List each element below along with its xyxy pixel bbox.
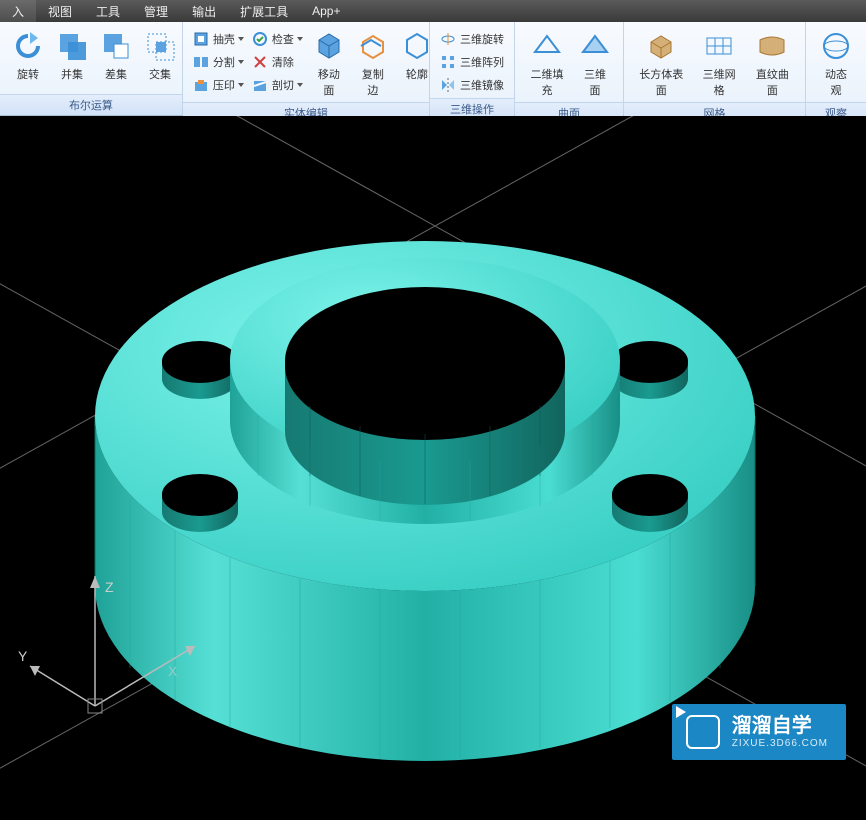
ribbon-toolbar: 旋转 并集 差集 交集 布尔运算 抽壳 分割 压印 <box>0 22 866 116</box>
svg-text:X: X <box>168 663 178 679</box>
flange-model <box>95 241 755 761</box>
menu-bar: 入 视图 工具 管理 输出 扩展工具 App+ <box>0 0 866 22</box>
surf3d-button[interactable]: 三维面 <box>573 28 617 100</box>
ruled-button[interactable]: 直纹曲面 <box>746 28 799 100</box>
boxsurf-icon <box>645 30 677 62</box>
intersect-icon <box>144 30 176 62</box>
split-button[interactable]: 分割 <box>189 51 248 73</box>
imprint-icon <box>193 77 209 93</box>
slice-icon <box>252 77 268 93</box>
mirror3d-icon <box>440 77 456 93</box>
chevron-down-icon <box>297 83 303 87</box>
revolve3d-button[interactable]: 三维旋转 <box>436 28 508 50</box>
watermark-badge: 溜溜自学 ZIXUE.3D66.COM <box>672 704 846 760</box>
cleanup-icon <box>252 54 268 70</box>
chevron-down-icon <box>238 37 244 41</box>
moveface-button[interactable]: 移动面 <box>307 28 351 100</box>
mesh3d-button[interactable]: 三维网格 <box>693 28 746 100</box>
dynview-icon <box>820 30 852 62</box>
ribbon-group-boolean: 旋转 并集 差集 交集 布尔运算 <box>0 22 183 115</box>
menu-item[interactable]: 入 <box>0 0 36 23</box>
ribbon-group-surface: 二维填充 三维面 曲面 <box>515 22 624 115</box>
ruled-icon <box>756 30 788 62</box>
copyedge-icon <box>357 30 389 62</box>
menu-item[interactable]: App+ <box>300 1 352 21</box>
subtract-button[interactable]: 差集 <box>94 28 138 84</box>
menu-item[interactable]: 管理 <box>132 0 180 23</box>
imprint-button[interactable]: 压印 <box>189 74 248 96</box>
silhouette-icon <box>401 30 433 62</box>
mirror3d-button[interactable]: 三维镜像 <box>436 74 508 96</box>
chevron-down-icon <box>297 37 303 41</box>
union-icon <box>56 30 88 62</box>
revolve3d-icon <box>440 31 456 47</box>
ribbon-group-mesh: 长方体表面 三维网格 直纹曲面 网格 <box>624 22 806 115</box>
menu-item[interactable]: 视图 <box>36 0 84 23</box>
svg-text:Y: Y <box>18 648 28 664</box>
menu-item[interactable]: 工具 <box>84 0 132 23</box>
union-button[interactable]: 并集 <box>50 28 94 84</box>
ribbon-group-solidedit: 抽壳 分割 压印 检查 清除 剖切 移动面 复制边 轮廓 实体编辑 <box>183 22 430 115</box>
moveface-icon <box>313 30 345 62</box>
rotate-button[interactable]: 旋转 <box>6 28 50 84</box>
split-icon <box>193 54 209 70</box>
shell-button[interactable]: 抽壳 <box>189 28 248 50</box>
check-button[interactable]: 检查 <box>248 28 307 50</box>
svg-text:Z: Z <box>105 579 114 595</box>
ribbon-group-view: 动态观 观察 <box>806 22 866 115</box>
check-icon <box>252 31 268 47</box>
array3d-button[interactable]: 三维阵列 <box>436 51 508 73</box>
play-icon <box>686 715 720 749</box>
mesh3d-icon <box>703 30 735 62</box>
copyedge-button[interactable]: 复制边 <box>351 28 395 100</box>
array3d-icon <box>440 54 456 70</box>
chevron-down-icon <box>238 60 244 64</box>
ribbon-group-3dops: 三维旋转 三维阵列 三维镜像 三维操作 <box>430 22 515 115</box>
cleanup-button[interactable]: 清除 <box>248 51 307 73</box>
watermark-title: 溜溜自学 <box>732 714 828 738</box>
intersect-button[interactable]: 交集 <box>138 28 182 84</box>
chevron-down-icon <box>238 83 244 87</box>
menu-item[interactable]: 扩展工具 <box>228 0 300 23</box>
surf3d-icon <box>579 30 611 62</box>
model-viewport[interactable]: Z Y X 溜溜自学 ZIXUE.3D66.COM <box>0 116 866 820</box>
watermark-subtitle: ZIXUE.3D66.COM <box>732 738 828 750</box>
menu-item[interactable]: 输出 <box>180 0 228 23</box>
slice-button[interactable]: 剖切 <box>248 74 307 96</box>
group-label: 布尔运算 <box>0 94 182 115</box>
dynview-button[interactable]: 动态观 <box>812 28 860 100</box>
boxsurf-button[interactable]: 长方体表面 <box>630 28 693 100</box>
fill2d-icon <box>531 30 563 62</box>
rotate-icon <box>12 30 44 62</box>
subtract-icon <box>100 30 132 62</box>
fill2d-button[interactable]: 二维填充 <box>521 28 573 100</box>
shell-icon <box>193 31 209 47</box>
